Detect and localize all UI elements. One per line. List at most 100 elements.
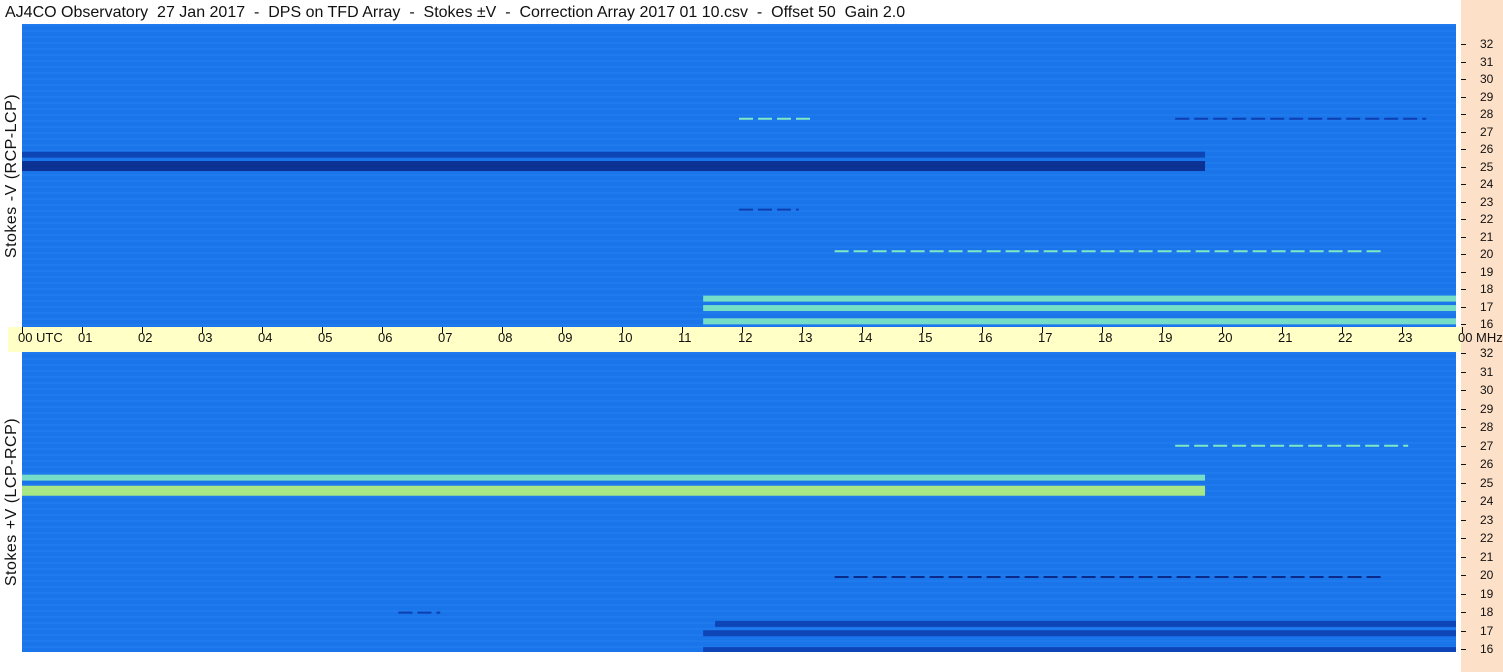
stripe-texture (22, 364, 1456, 366)
mhz-tick-label: 27 (1480, 438, 1494, 453)
mhz-tick (1461, 464, 1466, 465)
utc-tick-label: 11 (678, 330, 692, 345)
stripe-texture (22, 180, 1456, 182)
stripe-texture (22, 270, 1456, 272)
mhz-tick (1461, 114, 1466, 115)
stripe-texture (22, 448, 1456, 450)
mhz-tick-label: 18 (1480, 282, 1494, 296)
mhz-tick-label: 20 (1480, 568, 1494, 582)
spectrogram-feature-bright-band (703, 305, 1456, 312)
mhz-tick (1461, 166, 1466, 168)
mhz-tick (1461, 219, 1466, 220)
utc-tick-label: 21 (1278, 330, 1293, 345)
stripe-texture (22, 382, 1456, 384)
mhz-tick (1461, 271, 1466, 273)
stripe-texture (22, 538, 1456, 540)
stripe-texture (22, 120, 1456, 122)
mhz-tick (1461, 254, 1466, 255)
spectrogram-feature-dark-band (22, 161, 1206, 172)
mhz-tick (1461, 236, 1466, 238)
mhz-tick (1461, 306, 1466, 308)
stripe-texture (22, 204, 1456, 206)
mhz-tick-label: 23 (1480, 512, 1494, 527)
stripe-texture (22, 144, 1456, 146)
stripe-texture (22, 424, 1456, 426)
stripe-texture (22, 628, 1456, 630)
chart-title: AJ4CO Observatory 27 Jan 2017 - DPS on T… (5, 4, 906, 21)
stripe-texture (22, 586, 1456, 588)
stripe-texture (22, 544, 1456, 546)
stripe-texture (22, 84, 1456, 86)
stripe-texture (22, 54, 1456, 56)
mhz-tick-label: 24 (1480, 494, 1494, 508)
stripe-texture (22, 454, 1456, 456)
mhz-tick-label: 31 (1480, 364, 1494, 379)
utc-tick-label: 07 (438, 330, 453, 345)
mhz-tick (1461, 131, 1466, 133)
stripe-texture (22, 222, 1456, 224)
mhz-tick-label: 29 (1480, 89, 1494, 104)
stripe-texture (22, 312, 1456, 314)
utc-tick-label: 05 (318, 330, 333, 345)
stripe-texture (22, 466, 1456, 468)
spectrogram-feature-dark-band (22, 151, 1206, 158)
mhz-tick (1461, 482, 1466, 484)
utc-tick-label: 23 (1398, 330, 1413, 345)
stripe-texture (22, 592, 1456, 594)
spectrogram-feature-bright-band (22, 474, 1206, 481)
stripe-texture (22, 288, 1456, 290)
mhz-tick (1461, 612, 1466, 613)
stripe-texture (22, 36, 1456, 38)
stripe-texture (22, 30, 1456, 32)
stripe-texture (22, 550, 1456, 552)
mhz-tick-label: 17 (1480, 623, 1494, 638)
spectrogram-feature-bright-band (22, 485, 1206, 496)
utc-tick-label: 16 (978, 330, 993, 345)
mhz-tick-label: 30 (1480, 72, 1494, 86)
stripe-texture (22, 174, 1456, 176)
mhz-tick-label: 18 (1480, 605, 1494, 619)
mhz-tick (1461, 538, 1466, 539)
mhz-tick-label: 20 (1480, 247, 1494, 261)
utc-tick-label: 09 (558, 330, 573, 345)
mhz-tick (1461, 408, 1466, 410)
stripe-texture (22, 526, 1456, 528)
stripe-texture (22, 406, 1456, 408)
stripe-texture (22, 234, 1456, 236)
mhz-tick (1461, 44, 1466, 45)
stripe-texture (22, 358, 1456, 360)
utc-tick-label: 02 (138, 330, 153, 345)
stripe-texture (22, 108, 1456, 110)
stripe-texture (22, 388, 1456, 390)
utc-tick-label: 08 (498, 330, 513, 345)
stripe-texture (22, 472, 1456, 474)
stripe-texture (22, 562, 1456, 564)
mhz-tick-label: 16 (1480, 317, 1494, 331)
mhz-tick-label: 17 (1480, 299, 1494, 314)
stripe-texture (22, 96, 1456, 98)
mhz-tick (1461, 79, 1466, 80)
mhz-tick-label: 28 (1480, 420, 1494, 434)
stripe-texture (22, 102, 1456, 104)
stripe-texture (22, 616, 1456, 618)
mhz-tick-label: 23 (1480, 194, 1494, 209)
mhz-tick (1461, 324, 1466, 325)
stripe-texture (22, 532, 1456, 534)
spectrogram-feature-bright-band (703, 318, 1456, 325)
mhz-tick-label: 22 (1480, 212, 1494, 226)
bottom-panel-ylabel: Stokes +V (LCP-RCP) (0, 352, 24, 652)
stripe-texture (22, 436, 1456, 438)
stripe-texture (22, 72, 1456, 74)
mhz-unit-label: MHz (1476, 330, 1503, 345)
stripe-texture (22, 132, 1456, 134)
top-spectrogram (22, 24, 1456, 327)
utc-tick-label: 06 (378, 330, 393, 345)
stripe-texture (22, 442, 1456, 444)
mhz-tick (1461, 575, 1466, 576)
stripe-texture (22, 430, 1456, 432)
spectrogram-feature-dark-band (715, 620, 1456, 627)
mhz-tick (1461, 149, 1466, 150)
top-panel-ylabel: Stokes -V (RCP-LCP) (0, 24, 24, 327)
utc-time-axis: 00 01 02 03 04 05 06 07 08 09 10 11 12 13 14 15 16 17 18 19… (8, 327, 1503, 352)
mhz-tick (1461, 61, 1466, 63)
